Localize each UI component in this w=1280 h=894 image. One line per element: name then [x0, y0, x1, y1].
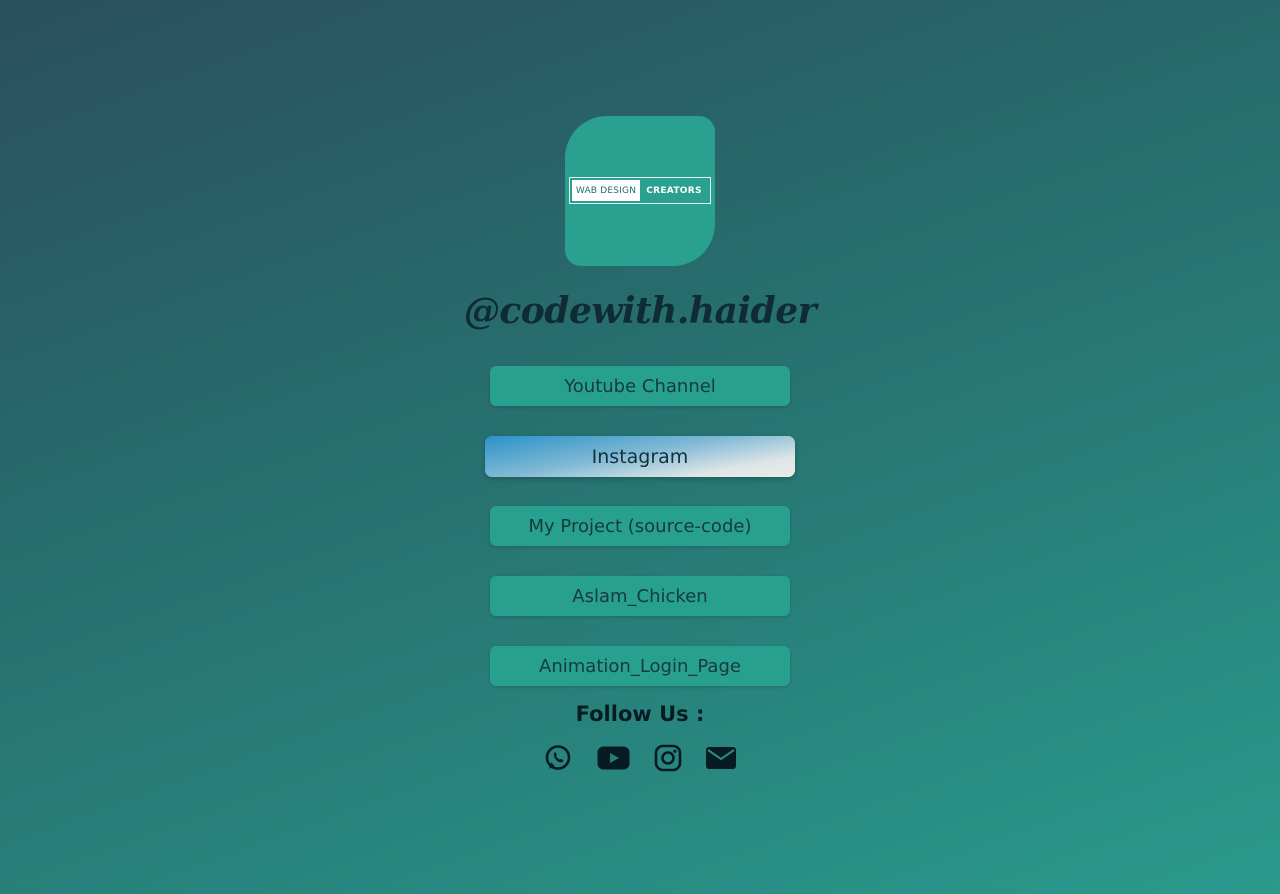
link-page: WAB DESIGN CREATORS @codewith.haider You…	[0, 0, 1280, 894]
logo-right-text: CREATORS	[646, 185, 702, 196]
aslam-chicken-button[interactable]: Aslam_Chicken	[490, 576, 790, 616]
follow-heading: Follow Us :	[575, 702, 705, 726]
youtube-icon[interactable]	[596, 742, 630, 774]
instagram-button[interactable]: Instagram	[485, 436, 795, 477]
logo-left-text: WAB DESIGN	[572, 180, 640, 201]
logo-wordmark: WAB DESIGN CREATORS	[569, 177, 711, 204]
link-label: Aslam_Chicken	[572, 585, 708, 607]
link-label: Instagram	[591, 445, 689, 468]
profile-handle: @codewith.haider	[463, 290, 817, 332]
profile-logo: WAB DESIGN CREATORS	[565, 116, 715, 266]
link-label: My Project (source-code)	[528, 515, 752, 537]
animation-login-page-button[interactable]: Animation_Login_Page	[490, 646, 790, 686]
youtube-channel-button[interactable]: Youtube Channel	[490, 366, 790, 406]
link-label: Animation_Login_Page	[539, 655, 741, 677]
instagram-icon[interactable]	[652, 742, 684, 774]
my-project-button[interactable]: My Project (source-code)	[490, 506, 790, 546]
whatsapp-icon[interactable]	[542, 742, 574, 774]
email-icon[interactable]	[704, 742, 738, 774]
link-label: Youtube Channel	[564, 375, 716, 397]
